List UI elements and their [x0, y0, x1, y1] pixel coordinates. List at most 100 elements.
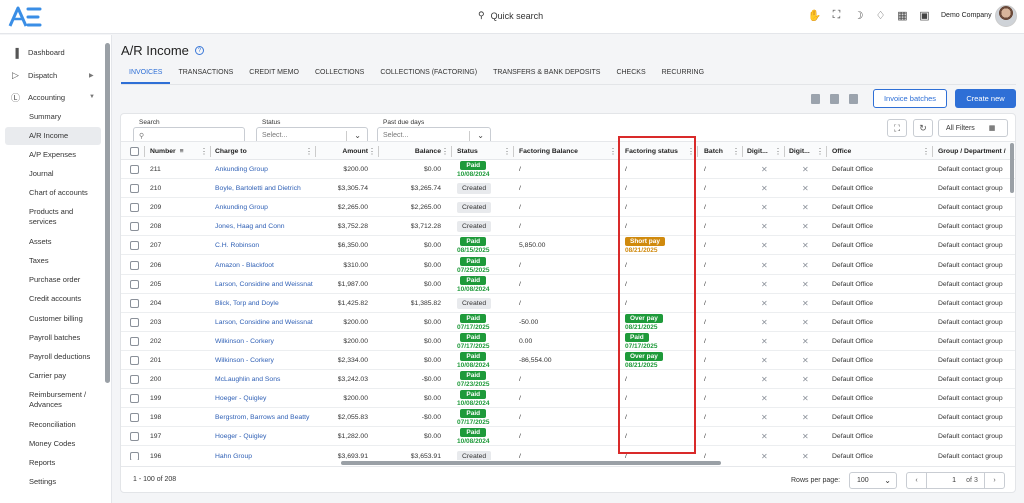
fit-columns-icon[interactable]: ⛶ [887, 119, 907, 137]
charge-to-link[interactable]: Larson, Considine and Weissnat [215, 313, 315, 332]
tab-collections[interactable]: COLLECTIONS [307, 64, 372, 84]
select-all-checkbox[interactable] [130, 142, 142, 161]
rows-per-page-select[interactable]: 100 ⌄ [849, 472, 897, 489]
table-row[interactable]: 203 Larson, Considine and Weissnat $200.00… [121, 313, 1015, 332]
hand-icon[interactable]: ✋ [808, 9, 822, 22]
column-header-factoring-balance[interactable]: Factoring Balance ⋮ [519, 142, 619, 161]
row-checkbox[interactable] [130, 236, 142, 255]
table-row[interactable]: 202 Wilkinson - Corkery $200.00 $0.00 Paid 07… [121, 332, 1015, 351]
sidebar-sub-settings[interactable]: Settings [29, 477, 56, 487]
table-row[interactable]: 196 Hahn Group $3,693.91 $3,653.91 Created / /… [121, 447, 1015, 460]
page-input[interactable]: 1 [927, 473, 960, 488]
create-new-button[interactable]: Create new [955, 89, 1016, 108]
sidebar-sub-summary[interactable]: Summary [29, 112, 61, 122]
sidebar-sub-assets[interactable]: Assets [29, 237, 52, 247]
sidebar-sub-customer-billing[interactable]: Customer billing [29, 314, 83, 324]
sidebar-sub-reports[interactable]: Reports [29, 458, 55, 468]
column-header-office[interactable]: Office ⋮ [832, 142, 932, 161]
bell-icon[interactable]: ♢ [874, 9, 887, 22]
column-menu-icon[interactable]: ⋮ [687, 147, 695, 156]
table-row[interactable]: 205 Larson, Considine and Weissnat $1,987.… [121, 275, 1015, 294]
tab-collections-factoring[interactable]: COLLECTIONS (FACTORING) [372, 64, 485, 84]
column-menu-icon[interactable]: ⋮ [732, 147, 740, 156]
sidebar-sub-payroll-deductions[interactable]: Payroll deductions [29, 352, 90, 362]
sidebar-item-dashboard[interactable]: ▐ Dashboard [10, 47, 64, 58]
vertical-scrollbar[interactable] [1010, 143, 1014, 193]
table-row[interactable]: 211 Ankunding Group $200.00 $0.00 Paid 10/08/… [121, 160, 1015, 180]
row-checkbox[interactable] [130, 447, 142, 460]
charge-to-link[interactable]: Wilkinson - Corkery [215, 351, 315, 370]
row-checkbox[interactable] [130, 275, 142, 294]
tab-credit-memo[interactable]: CREDIT MEMO [241, 64, 307, 84]
column-header-group[interactable]: Group / Department / [938, 142, 1010, 161]
column-menu-icon[interactable]: ⋮ [503, 147, 511, 156]
column-header-digit-2[interactable]: Digit... ⋮ [789, 142, 826, 161]
sidebar-sub-payroll-batches[interactable]: Payroll batches [29, 333, 80, 343]
table-row[interactable]: 201 Wilkinson - Corkery $2,334.00 $0.00 Paid… [121, 351, 1015, 371]
charge-to-link[interactable]: Ankunding Group [215, 198, 315, 217]
row-checkbox[interactable] [130, 351, 142, 370]
column-menu-icon[interactable]: ⋮ [774, 147, 782, 156]
charge-to-link[interactable]: McLaughlin and Sons [215, 370, 315, 389]
column-header-amount[interactable]: Amount ⋮ [320, 142, 378, 161]
charge-to-link[interactable]: Hoeger - Quigley [215, 389, 315, 408]
row-checkbox[interactable] [130, 313, 142, 332]
table-row[interactable]: 209 Ankunding Group $2,265.00 $2,265.00 Crea… [121, 198, 1015, 218]
avatar[interactable] [995, 5, 1017, 27]
add-document-icon[interactable] [830, 94, 839, 104]
column-header-batch[interactable]: Batch ⋮ [704, 142, 742, 161]
tab-transactions[interactable]: TRANSACTIONS [170, 64, 241, 84]
column-menu-icon[interactable]: ⋮ [200, 147, 208, 156]
tab-recurring[interactable]: RECURRING [654, 64, 712, 84]
row-checkbox[interactable] [130, 408, 142, 427]
tab-transfers-bank-deposits[interactable]: TRANSFERS & BANK DEPOSITS [485, 64, 608, 84]
row-checkbox[interactable] [130, 179, 142, 198]
sidebar-sub-taxes[interactable]: Taxes [29, 256, 49, 266]
table-row[interactable]: 208 Jones, Haag and Conn $3,752.28 $3,712.2… [121, 217, 1015, 237]
row-checkbox[interactable] [130, 389, 142, 408]
column-header-charge-to[interactable]: Charge to ⋮ [215, 142, 315, 161]
column-header-number[interactable]: Number ≡ ⋮ [150, 142, 210, 161]
row-checkbox[interactable] [130, 427, 142, 446]
table-row[interactable]: 200 McLaughlin and Sons $3,242.03 -$0.00 Pai… [121, 370, 1015, 390]
sidebar-sub-ar-income[interactable]: A/R Income [5, 127, 101, 145]
column-header-factoring-status[interactable]: Factoring status ⋮ [625, 142, 697, 161]
column-menu-icon[interactable]: ⋮ [609, 147, 617, 156]
row-checkbox[interactable] [130, 217, 142, 236]
row-checkbox[interactable] [130, 370, 142, 389]
sidebar-sub-chart-of-accounts[interactable]: Chart of accounts [29, 188, 88, 198]
table-row[interactable]: 198 Bergstrom, Barrows and Beatty $2,055.8… [121, 408, 1015, 428]
charge-to-link[interactable]: Blick, Torp and Doyle [215, 294, 315, 313]
row-checkbox[interactable] [130, 198, 142, 217]
column-header-status[interactable]: Status ⋮ [457, 142, 513, 161]
column-menu-icon[interactable]: ⋮ [922, 147, 930, 156]
apps-icon[interactable]: ▦ [896, 9, 909, 22]
sidebar-sub-products-services[interactable]: Products and services [29, 207, 89, 227]
invoice-batches-button[interactable]: Invoice batches [873, 89, 947, 108]
charge-to-link[interactable]: Wilkinson - Corkery [215, 332, 315, 351]
charge-to-link[interactable]: Bergstrom, Barrows and Beatty [215, 408, 315, 427]
sidebar-sub-ap-expenses[interactable]: A/P Expenses [29, 150, 76, 160]
sort-icon[interactable]: ≡ [180, 148, 184, 155]
row-checkbox[interactable] [130, 160, 142, 179]
column-header-balance[interactable]: Balance ⋮ [383, 142, 451, 161]
help-icon[interactable]: ? [194, 46, 204, 55]
row-checkbox[interactable] [130, 332, 142, 351]
table-icon[interactable] [849, 94, 858, 104]
prev-page-button[interactable]: ‹ [907, 473, 927, 488]
table-row[interactable]: 210 Boyle, Bartoletti and Dietrich $3,305.… [121, 179, 1015, 199]
table-row[interactable]: 207 C.H. Robinson $6,350.00 $0.00 Paid 08/15/… [121, 236, 1015, 256]
sidebar-sub-reconciliation[interactable]: Reconciliation [29, 420, 76, 430]
sidebar-item-accounting[interactable]: Ⓛ Accounting [10, 92, 65, 103]
charge-to-link[interactable]: Hoeger - Quigley [215, 427, 315, 446]
all-filters-button[interactable]: All Filters ▦ [938, 119, 1008, 137]
expand-icon[interactable]: ⛶ [830, 9, 843, 22]
horizontal-scrollbar[interactable] [341, 461, 721, 465]
column-menu-icon[interactable]: ⋮ [368, 147, 376, 156]
charge-to-link[interactable]: Ankunding Group [215, 160, 315, 179]
charge-to-link[interactable]: Jones, Haag and Conn [215, 217, 315, 236]
charge-to-link[interactable]: Larson, Considine and Weissnat [215, 275, 315, 294]
charge-to-link[interactable]: Amazon - Blackfoot [215, 256, 315, 275]
quick-search[interactable]: ⚲ Quick search [478, 10, 543, 21]
table-row[interactable]: 206 Amazon - Blackfoot $310.00 $0.00 Paid 07/… [121, 256, 1015, 275]
